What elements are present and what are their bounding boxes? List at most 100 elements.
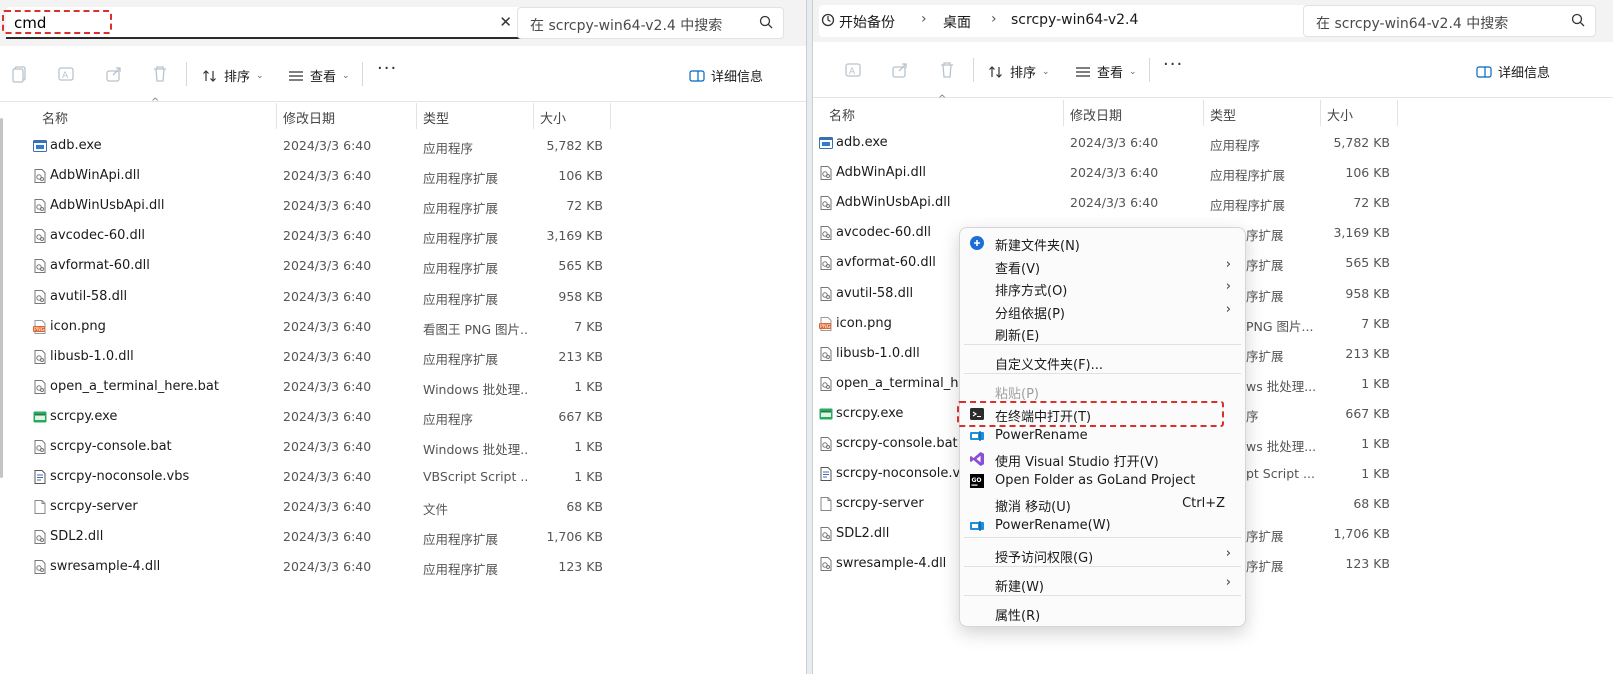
menu-item[interactable]: 查看(V) › xyxy=(964,255,1241,277)
breadcrumb-item-backup[interactable]: 开始备份 xyxy=(839,12,895,32)
column-divider[interactable] xyxy=(1063,100,1064,126)
chevron-down-icon: ⌄ xyxy=(1042,66,1050,77)
col-date[interactable]: 修改日期 xyxy=(283,108,335,127)
column-divider[interactable] xyxy=(1320,100,1321,126)
left-search-box[interactable]: 在 scrcpy-win64-v2.4 中搜索 xyxy=(517,7,784,39)
view-button[interactable]: 查看 ⌄ xyxy=(288,66,350,85)
menu-item-label: 撤消 移动(U) xyxy=(995,500,1071,515)
menu-item-label: PowerRename(W) xyxy=(995,518,1111,533)
menu-item[interactable]: PowerRename(W) xyxy=(964,515,1241,537)
table-row[interactable]: AdbWinApi.dll 2024/3/3 6:40 应用程序扩展 106 KB xyxy=(0,161,806,191)
sync-icon xyxy=(821,13,835,27)
table-row[interactable]: libusb-1.0.dll 2024/3/3 6:40 应用程序扩展 213 KB xyxy=(0,342,806,372)
dll-icon xyxy=(34,289,46,304)
table-row[interactable]: AdbWinUsbApi.dll 2024/3/3 6:40 应用程序扩展 72 KB xyxy=(0,191,806,221)
menu-item-label: 新建文件夹(N) xyxy=(995,239,1080,254)
menu-item[interactable]: 属性(R) xyxy=(964,602,1241,624)
menu-item[interactable]: PowerRename xyxy=(964,425,1241,447)
menu-item[interactable]: 新建(W) › xyxy=(964,573,1241,595)
right-search-box[interactable]: 在 scrcpy-win64-v2.4 中搜索 xyxy=(1303,5,1596,37)
menu-item[interactable]: GO Open Folder as GoLand Project xyxy=(964,470,1241,492)
copy-icon[interactable] xyxy=(10,64,30,84)
details-pane-button[interactable]: 详细信息 xyxy=(689,66,763,85)
exe-icon xyxy=(33,140,47,152)
file-name: AdbWinUsbApi.dll xyxy=(836,195,951,211)
view-icon xyxy=(289,70,303,81)
col-size[interactable]: 大小 xyxy=(540,108,566,127)
file-date: 2024/3/3 6:40 xyxy=(283,198,372,214)
rename-icon[interactable]: A xyxy=(56,64,76,84)
table-row[interactable]: swresample-4.dll 2024/3/3 6:40 应用程序扩展 123 K… xyxy=(0,552,806,582)
column-divider[interactable] xyxy=(276,103,277,129)
col-name[interactable]: 名称 xyxy=(42,108,68,127)
share-icon[interactable] xyxy=(104,64,124,84)
file-type: Windows 批处理... xyxy=(423,381,527,397)
clear-icon[interactable]: ✕ xyxy=(499,13,512,31)
dll-icon xyxy=(820,256,832,271)
vbs-icon xyxy=(34,470,46,485)
breadcrumb-item-folder[interactable]: scrcpy-win64-v2.4 xyxy=(1011,12,1138,28)
view-button[interactable]: 查看 ⌄ xyxy=(1075,62,1137,81)
column-divider[interactable] xyxy=(533,103,534,129)
copy-icon[interactable] xyxy=(813,60,817,80)
delete-icon[interactable] xyxy=(937,60,957,80)
menu-item[interactable]: 撤消 移动(U) Ctrl+Z xyxy=(964,493,1241,515)
file-size: 5,782 KB xyxy=(1333,135,1390,150)
dll-icon xyxy=(820,166,832,181)
rename-icon[interactable]: A xyxy=(843,60,863,80)
table-row[interactable]: scrcpy-noconsole.vbs 2024/3/3 6:40 VBScrip… xyxy=(0,462,806,492)
column-divider[interactable] xyxy=(1397,100,1398,126)
table-row[interactable]: avformat-60.dll 2024/3/3 6:40 应用程序扩展 565 KB xyxy=(0,251,806,281)
file-size: 72 KB xyxy=(1353,195,1390,211)
menu-item[interactable]: 排序方式(O) › xyxy=(964,277,1241,299)
share-icon[interactable] xyxy=(890,60,910,80)
breadcrumb-item-desktop[interactable]: 桌面 xyxy=(943,12,971,32)
col-date[interactable]: 修改日期 xyxy=(1070,105,1122,124)
table-row[interactable]: AdbWinApi.dll 2024/3/3 6:40 应用程序扩展 106 KB xyxy=(813,158,1613,188)
scrollbar[interactable] xyxy=(0,118,3,478)
table-row[interactable]: scrcpy-console.bat 2024/3/3 6:40 Windows 批… xyxy=(0,432,806,462)
bat-icon xyxy=(34,440,46,454)
more-options-icon[interactable]: ··· xyxy=(1163,54,1183,75)
menu-item[interactable]: 刷新(E) xyxy=(964,322,1241,344)
menu-item[interactable]: 自定义文件夹(F)... xyxy=(964,351,1241,373)
details-pane-icon xyxy=(1476,65,1492,78)
col-size[interactable]: 大小 xyxy=(1327,105,1353,124)
file-name: scrcpy-server xyxy=(836,496,924,512)
file-size: 3,169 KB xyxy=(546,228,603,244)
dll-icon xyxy=(34,349,46,364)
table-row[interactable]: avcodec-60.dll 2024/3/3 6:40 应用程序扩展 3,169 K… xyxy=(0,221,806,251)
col-name[interactable]: 名称 xyxy=(829,105,855,124)
file-size: 7 KB xyxy=(1361,315,1390,331)
file-size: 68 KB xyxy=(1353,496,1390,512)
menu-item[interactable]: 授予访问权限(G) › xyxy=(964,544,1241,566)
delete-icon[interactable] xyxy=(150,64,170,84)
table-row[interactable]: AdbWinUsbApi.dll 2024/3/3 6:40 应用程序扩展 72 KB xyxy=(813,188,1613,218)
column-divider[interactable] xyxy=(610,103,611,129)
table-row[interactable]: SDL2.dll 2024/3/3 6:40 应用程序扩展 1,706 KB xyxy=(0,522,806,552)
table-row[interactable]: scrcpy-server 2024/3/3 6:40 文件 68 KB xyxy=(0,492,806,522)
file-type: 应用程序扩展 xyxy=(423,201,499,217)
menu-item[interactable]: 分组依据(P) › xyxy=(964,300,1241,322)
table-row[interactable]: adb.exe 2024/3/3 6:40 应用程序 5,782 KB xyxy=(0,131,806,161)
table-row[interactable]: avutil-58.dll 2024/3/3 6:40 应用程序扩展 958 KB xyxy=(0,282,806,312)
column-divider[interactable] xyxy=(416,103,417,129)
sort-button[interactable]: 排序 ⌄ xyxy=(202,66,264,85)
menu-item[interactable]: 使用 Visual Studio 打开(V) xyxy=(964,448,1241,470)
sort-button[interactable]: 排序 ⌄ xyxy=(988,62,1050,81)
column-divider[interactable] xyxy=(1203,100,1204,126)
col-type[interactable]: 类型 xyxy=(423,108,449,127)
file-size: 1,706 KB xyxy=(1333,526,1390,542)
col-type[interactable]: 类型 xyxy=(1210,105,1236,124)
table-row[interactable]: adb.exe 2024/3/3 6:40 应用程序 5,782 KB xyxy=(813,128,1613,158)
right-address-row: 开始备份 › 桌面 › scrcpy-win64-v2.4 在 scrcpy-w… xyxy=(813,0,1613,42)
pane-divider[interactable] xyxy=(806,0,813,674)
chevron-right-icon: › xyxy=(1225,575,1231,590)
dll-icon xyxy=(34,259,46,274)
more-options-icon[interactable]: ··· xyxy=(377,58,397,79)
table-row[interactable]: PNG icon.png 2024/3/3 6:40 看图王 PNG 图片... 7 K… xyxy=(0,312,806,342)
table-row[interactable]: open_a_terminal_here.bat 2024/3/3 6:40 Win… xyxy=(0,372,806,402)
details-pane-button[interactable]: 详细信息 xyxy=(1476,62,1550,81)
menu-item[interactable]: 新建文件夹(N) xyxy=(964,232,1241,254)
table-row[interactable]: scrcpy.exe 2024/3/3 6:40 应用程序 667 KB xyxy=(0,402,806,432)
